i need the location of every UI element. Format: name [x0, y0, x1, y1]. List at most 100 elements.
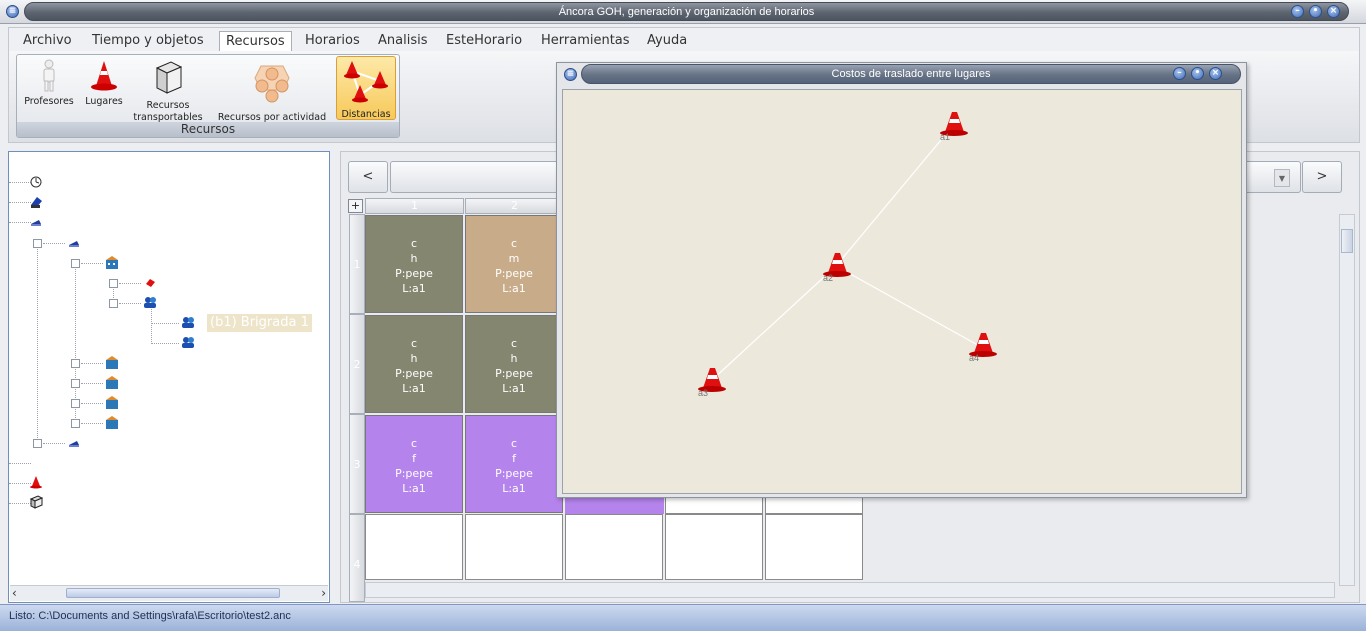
app-menu-icon[interactable]: ≡ — [6, 5, 19, 18]
tree-toggle[interactable] — [33, 239, 42, 248]
clock-icon — [30, 176, 42, 188]
distancias-label: Distancias — [341, 109, 391, 120]
distances-graph — [711, 127, 984, 381]
row-header: 3 — [349, 414, 365, 514]
people-icon — [182, 317, 194, 328]
building-icon — [106, 376, 118, 389]
tree-toggle[interactable] — [109, 279, 118, 288]
column-header: 1 — [365, 198, 464, 214]
tree-toggle[interactable] — [71, 359, 80, 368]
empty-cell[interactable] — [465, 514, 563, 580]
distances-canvas[interactable]: a1 a2 a3 a4 — [562, 89, 1242, 494]
building-icon — [106, 396, 118, 409]
tree-horizontal-scrollbar[interactable]: ‹ › — [10, 585, 328, 601]
place-node-a4[interactable]: a4 — [968, 331, 1002, 363]
minimize-icon[interactable]: – — [1291, 5, 1304, 18]
group-node-icon — [31, 220, 41, 226]
menu-archivo[interactable]: Archivo — [17, 31, 78, 51]
schedule-vertical-scrollbar[interactable] — [1339, 214, 1355, 586]
activity-cell[interactable]: c h P:pepe L:a1 — [465, 315, 563, 413]
next-button[interactable]: > — [1302, 161, 1342, 193]
place-node-a3[interactable]: a3 — [697, 366, 731, 398]
row-header: 1 — [349, 214, 365, 314]
building-icon — [106, 256, 118, 269]
close-icon[interactable]: × — [1327, 5, 1340, 18]
dialog-minimize-icon[interactable]: – — [1173, 67, 1186, 80]
group-node-icon — [69, 241, 79, 247]
lugares-button[interactable]: Lugares — [81, 58, 127, 118]
book-icon — [31, 197, 42, 208]
scroll-thumb[interactable] — [66, 588, 280, 598]
window-title: Áncora GOH, generación y organización de… — [558, 6, 815, 18]
building-icon — [106, 416, 118, 429]
row-header: 2 — [349, 314, 365, 414]
scroll-thumb[interactable] — [1341, 229, 1353, 253]
tree-toggle[interactable] — [71, 379, 80, 388]
activity-cell[interactable]: c m P:pepe L:a1 — [465, 215, 563, 313]
schedule-horizontal-scrollbar[interactable] — [365, 582, 1335, 598]
place-label: a3 — [698, 388, 709, 398]
tree-panel[interactable]: (b1) Brigrada 1 ‹ › — [8, 151, 330, 603]
title-bar: ≡ Áncora GOH, generación y organización … — [0, 0, 1366, 24]
dialog-maximize-icon[interactable]: • — [1191, 67, 1204, 80]
cone-icon — [30, 476, 42, 489]
distancias-button[interactable]: Distancias — [336, 56, 396, 120]
transportables-label-1: Recursos — [146, 100, 190, 111]
activity-cell[interactable]: c h P:pepe L:a1 — [365, 315, 463, 413]
lugares-label: Lugares — [85, 96, 123, 107]
activity-cell[interactable]: c h P:pepe L:a1 — [365, 215, 463, 313]
scroll-right-icon[interactable]: › — [312, 586, 326, 600]
title-pill: Áncora GOH, generación y organización de… — [24, 2, 1349, 21]
place-label: a1 — [940, 132, 951, 142]
empty-cell[interactable] — [665, 514, 763, 580]
tree-toggle[interactable] — [71, 399, 80, 408]
cube-icon — [29, 495, 43, 509]
place-node-a1[interactable]: a1 — [939, 110, 973, 142]
add-button[interactable]: + — [348, 199, 363, 213]
tree-toggle[interactable] — [33, 439, 42, 448]
place-node-a2[interactable]: a2 — [822, 251, 856, 283]
empty-cell[interactable] — [765, 514, 863, 580]
maximize-icon[interactable]: • — [1309, 5, 1322, 18]
scroll-left-icon[interactable]: ‹ — [12, 586, 26, 600]
person-icon — [43, 59, 55, 92]
place-label: a2 — [823, 273, 834, 283]
recursos-transportables-button[interactable]: Recursos transportables — [130, 58, 206, 124]
recursos-group: Profesores Lugares Recursos transportabl… — [16, 54, 400, 138]
empty-cell[interactable] — [365, 514, 463, 580]
menu-horarios[interactable]: Horarios — [299, 31, 366, 51]
menu-analisis[interactable]: Analisis — [372, 31, 433, 51]
menu-ayuda[interactable]: Ayuda — [641, 31, 693, 51]
stamp-icon — [146, 279, 155, 287]
dialog-title: Costos de traslado entre lugares — [831, 68, 991, 80]
empty-cell[interactable] — [565, 514, 663, 580]
dialog-menu-icon[interactable]: ≡ — [564, 68, 577, 81]
profesores-label: Profesores — [24, 96, 74, 107]
tree-selected-label[interactable]: (b1) Brigrada 1 — [207, 314, 312, 332]
group-node-icon — [69, 441, 79, 447]
cube-icon — [155, 61, 183, 94]
dialog-close-icon[interactable]: × — [1209, 67, 1222, 80]
menu-herramientas[interactable]: Herramientas — [535, 31, 636, 51]
people-icon — [182, 337, 194, 348]
status-text: Listo: C:\Documents and Settings\rafa\Es… — [9, 610, 291, 622]
tree-toggle[interactable] — [71, 419, 80, 428]
recursos-por-actividad-button[interactable]: Recursos por actividad — [213, 58, 331, 126]
cone-icon — [91, 61, 117, 91]
building-icon — [106, 356, 118, 369]
activity-cell[interactable]: c f P:pepe L:a1 — [365, 415, 463, 513]
tree-toggle[interactable] — [71, 259, 80, 268]
dropdown-arrow-icon[interactable]: ▼ — [1274, 169, 1290, 187]
distances-dialog: ≡ Costos de traslado entre lugares – • ×… — [556, 62, 1247, 498]
tree-toggle[interactable] — [109, 299, 118, 308]
group-icon — [254, 65, 290, 103]
dialog-title-bar[interactable]: Costos de traslado entre lugares — [581, 64, 1241, 84]
menu-estehorario[interactable]: EsteHorario — [440, 31, 528, 51]
activity-cell[interactable]: c f P:pepe L:a1 — [465, 415, 563, 513]
profesores-button[interactable]: Profesores — [21, 58, 77, 118]
column-header: 2 — [465, 198, 564, 214]
menu-recursos[interactable]: Recursos — [219, 31, 292, 51]
prev-button[interactable]: < — [348, 161, 388, 193]
menu-tiempo-y-objetos[interactable]: Tiempo y objetos — [86, 31, 210, 51]
distances-icon — [344, 61, 388, 103]
